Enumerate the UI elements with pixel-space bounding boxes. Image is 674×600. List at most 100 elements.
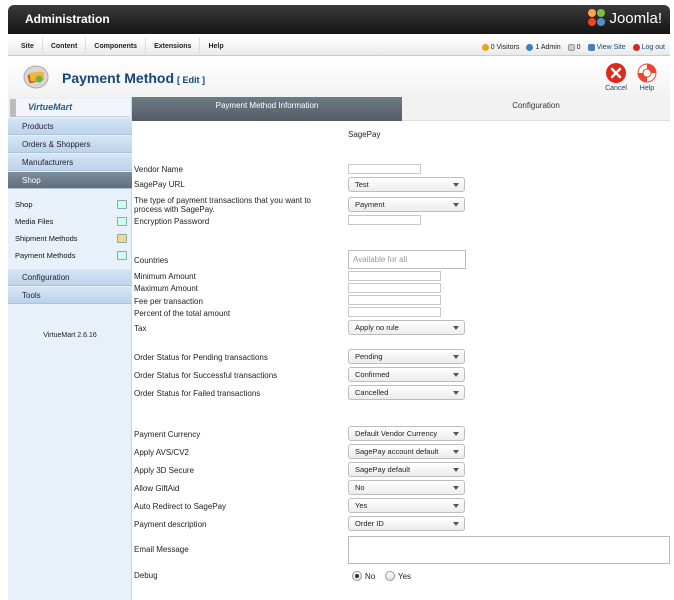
sidebar-sub-shipment[interactable]: Shipment Methods: [8, 230, 132, 247]
logout-icon: [632, 43, 640, 51]
auto-redirect-select[interactable]: Yes: [348, 498, 465, 513]
chevron-down-icon: [453, 504, 459, 508]
percent-total-input[interactable]: [348, 307, 441, 317]
encryption-password-input[interactable]: [348, 215, 421, 225]
cancel-icon: [606, 63, 626, 83]
tax-select[interactable]: Apply no rule: [348, 320, 465, 335]
vendor-name-input[interactable]: [348, 164, 421, 174]
visitors-status: 0 Visitors: [481, 43, 519, 51]
chevron-down-icon: [453, 355, 459, 359]
logout-link[interactable]: Log out: [632, 43, 665, 51]
status-failed-label: Order Status for Failed transactions: [134, 389, 261, 398]
percent-total-label: Percent of the total amount: [134, 309, 231, 318]
transaction-type-select[interactable]: Payment: [348, 197, 465, 212]
payment-icon: [117, 251, 127, 260]
tab-configuration[interactable]: Configuration: [402, 97, 670, 121]
maximum-amount-label: Maximum Amount: [134, 284, 199, 293]
collapse-sidebar-icon[interactable]: [10, 99, 16, 117]
minimum-amount-label: Minimum Amount: [134, 272, 196, 281]
sidebar-item-products[interactable]: Products: [8, 118, 132, 135]
debug-yes-radio[interactable]: Yes: [385, 571, 411, 581]
sidebar-sub-shop[interactable]: Shop: [8, 196, 132, 213]
sidebar-item-tools[interactable]: Tools: [8, 287, 132, 304]
menu-help[interactable]: Help: [200, 38, 231, 56]
avs-select[interactable]: SagePay account default: [348, 444, 465, 459]
page-toolbar: Payment Method[ Edit ] Cancel Help: [8, 58, 670, 98]
sidebar-item-shop[interactable]: Shop: [8, 172, 132, 189]
sidebar-sub-payment[interactable]: Payment Methods: [8, 247, 132, 264]
sagepay-url-label: SagePay URL: [134, 180, 185, 189]
status-failed-select[interactable]: Cancelled: [348, 385, 465, 400]
fee-per-transaction-input[interactable]: [348, 295, 441, 305]
monitor-icon: [587, 43, 595, 51]
encryption-password-label: Encryption Password: [134, 217, 210, 226]
chevron-down-icon: [453, 468, 459, 472]
payment-currency-label: Payment Currency: [134, 430, 201, 439]
joomla-logo[interactable]: Joomla!: [588, 9, 662, 27]
menu-extensions[interactable]: Extensions: [146, 38, 201, 56]
chevron-down-icon: [453, 391, 459, 395]
chevron-down-icon: [453, 183, 459, 187]
payment-method-icon: [23, 65, 49, 89]
vendor-name-label: Vendor Name: [134, 165, 183, 174]
menu-site[interactable]: Site: [13, 38, 43, 56]
help-button[interactable]: Help: [632, 63, 662, 92]
virtuemart-logo[interactable]: VirtueMart: [10, 99, 130, 117]
tax-label: Tax: [134, 324, 147, 333]
section-title: SagePay: [348, 130, 381, 139]
status-pending-select[interactable]: Pending: [348, 349, 465, 364]
secure3d-select[interactable]: SagePay default: [348, 462, 465, 477]
menu-components[interactable]: Components: [86, 38, 147, 56]
menu-bar: Site Content Components Extensions Help …: [8, 38, 670, 56]
sagepay-url-select[interactable]: Test: [348, 177, 465, 192]
chevron-down-icon: [453, 486, 459, 490]
avs-label: Apply AVS/CV2: [134, 448, 189, 457]
email-message-textarea[interactable]: [348, 536, 670, 564]
cancel-button[interactable]: Cancel: [601, 63, 631, 92]
chevron-down-icon: [453, 373, 459, 377]
chevron-down-icon: [453, 203, 459, 207]
status-success-label: Order Status for Successful transactions: [134, 371, 278, 380]
sidebar-item-manufacturers[interactable]: Manufacturers: [8, 154, 132, 171]
media-files-icon: [117, 217, 127, 226]
page-title: Payment Method[ Edit ]: [62, 70, 206, 86]
payment-currency-select[interactable]: Default Vendor Currency: [348, 426, 465, 441]
status-success-select[interactable]: Confirmed: [348, 367, 465, 382]
messages-icon: [567, 43, 575, 51]
admin-header: Administration Joomla!: [8, 5, 670, 34]
radio-unchecked-icon: [385, 571, 395, 581]
virtuemart-version: VirtueMart 2.6.16: [43, 332, 97, 339]
auto-redirect-label: Auto Redirect to SagePay: [134, 502, 227, 511]
debug-no-radio[interactable]: No: [352, 571, 375, 581]
lifebuoy-icon: [637, 63, 657, 83]
countries-multiselect[interactable]: Available for all: [348, 250, 466, 269]
fee-per-transaction-label: Fee per transaction: [134, 297, 203, 306]
minimum-amount-input[interactable]: [348, 271, 441, 281]
email-message-label: Email Message: [134, 545, 189, 554]
sidebar-sub-media[interactable]: Media Files: [8, 213, 132, 230]
secure3d-label: Apply 3D Secure: [134, 466, 195, 475]
radio-checked-icon: [352, 571, 362, 581]
chevron-down-icon: [453, 450, 459, 454]
payment-description-select[interactable]: Order ID: [348, 516, 465, 531]
status-pending-label: Order Status for Pending transactions: [134, 353, 268, 362]
giftaid-select[interactable]: No: [348, 480, 465, 495]
chevron-down-icon: [453, 432, 459, 436]
shop-icon: [117, 200, 127, 209]
sidebar-item-orders[interactable]: Orders & Shoppers: [8, 136, 132, 153]
debug-label: Debug: [134, 571, 158, 580]
shipment-icon: [117, 234, 127, 243]
messages-status[interactable]: 0: [567, 43, 581, 51]
menu-content[interactable]: Content: [43, 38, 87, 56]
visitors-icon: [481, 43, 489, 51]
view-site-link[interactable]: View Site: [587, 43, 626, 51]
virtuemart-sidebar: VirtueMart Products Orders & Shoppers Ma…: [8, 97, 132, 600]
chevron-down-icon: [453, 326, 459, 330]
admin-status: 1 Admin: [526, 43, 561, 51]
payment-description-label: Payment description: [134, 520, 207, 529]
joomla-logo-icon: [588, 9, 606, 27]
sidebar-item-configuration[interactable]: Configuration: [8, 269, 132, 286]
joomla-logo-text: Joomla!: [609, 9, 662, 27]
maximum-amount-input[interactable]: [348, 283, 441, 293]
tab-payment-method-information[interactable]: Payment Method Information: [132, 97, 402, 121]
